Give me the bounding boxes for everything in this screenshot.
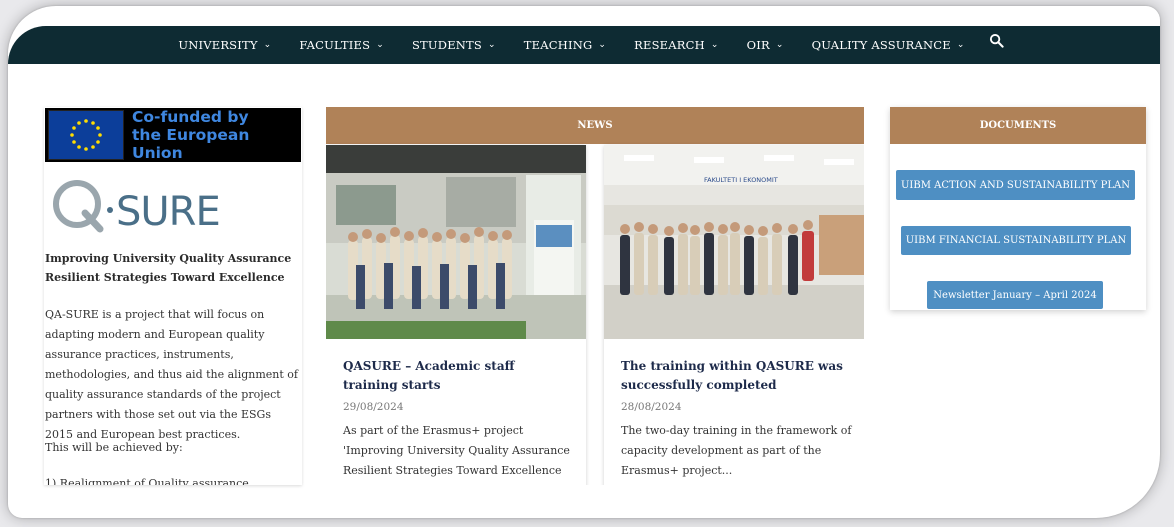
nav-oir[interactable]: OIR ⌄ [747, 38, 784, 52]
chevron-down-icon: ⌄ [488, 40, 496, 50]
news-date: 28/08/2024 [621, 401, 682, 413]
qa-sure-logo: SURE [50, 173, 221, 235]
photo-sign: FAKULTETI I EKONOMIT [704, 176, 778, 184]
search-icon[interactable] [989, 33, 1004, 52]
nav-label: TEACHING [523, 38, 593, 52]
news-photo[interactable]: FAKULTETI I EKONOMIT [604, 145, 864, 339]
nav-students[interactable]: STUDENTS ⌄ [412, 38, 496, 52]
news-title-link[interactable]: The training within QASURE was successfu… [621, 357, 851, 395]
news-date: 29/08/2024 [343, 401, 404, 413]
newsletter-button[interactable]: Newsletter January – April 2024 [927, 281, 1103, 309]
chevron-down-icon: ⌄ [956, 40, 965, 50]
documents-header: DOCUMENTS [890, 107, 1146, 144]
news-excerpt: As part of the Erasmus+ project 'Improvi… [343, 424, 570, 477]
page-card: UNIVERSITY ⌄ FACULTIES ⌄ STUDENTS ⌄ TEAC… [8, 6, 1160, 518]
eu-text-line1: Co-funded by [132, 108, 249, 126]
eu-cofunded-banner: Co-funded by the European Union [45, 108, 301, 162]
list-item: 1) Realignment of Quality assurance [45, 477, 249, 485]
nav-label: FACULTIES [299, 38, 371, 52]
news-photo[interactable] [326, 145, 586, 339]
chevron-down-icon: ⌄ [775, 40, 784, 50]
nav-research[interactable]: RESEARCH ⌄ [634, 38, 718, 52]
nav-label: OIR [746, 38, 770, 52]
chevron-down-icon: ⌄ [263, 40, 272, 50]
action-sustainability-plan-button[interactable]: UIBM ACTION AND SUSTAINABILITY PLAN [896, 170, 1135, 200]
eu-text-line2: the European Union [132, 126, 250, 162]
main-navbar: UNIVERSITY ⌄ FACULTIES ⌄ STUDENTS ⌄ TEAC… [8, 26, 1160, 64]
nav-label: RESEARCH [634, 38, 705, 52]
nav-label: QUALITY ASSURANCE [811, 38, 951, 52]
news-card[interactable]: QASURE – Academic staff training starts … [326, 145, 586, 485]
news-card[interactable]: FAKULTETI I EKONOMIT The training within… [604, 145, 864, 485]
project-intro: Co-funded by the European Union SURE Imp… [44, 107, 302, 485]
nav-teaching[interactable]: TEACHING ⌄ [524, 38, 606, 52]
chevron-down-icon: ⌄ [598, 40, 607, 50]
nav-university[interactable]: UNIVERSITY ⌄ [178, 38, 271, 52]
nav-label: STUDENTS [411, 38, 483, 52]
project-title: Improving University Quality Assurance R… [45, 252, 292, 284]
documents-panel: DOCUMENTS UIBM ACTION AND SUSTAINABILITY… [890, 107, 1146, 310]
project-description: QA-SURE is a project that will focus on … [45, 308, 298, 441]
nav-label: UNIVERSITY [178, 38, 258, 52]
svg-text:SURE: SURE [116, 189, 220, 235]
chevron-down-icon: ⌄ [710, 40, 719, 50]
achieved-by-label: This will be achieved by: [45, 441, 183, 454]
eu-flag-icon [48, 110, 124, 160]
news-header: NEWS [326, 107, 864, 144]
chevron-down-icon: ⌄ [376, 40, 384, 50]
nav-quality-assurance[interactable]: QUALITY ASSURANCE ⌄ [812, 38, 965, 52]
news-section: NEWS QASURE – Academic staff training st… [326, 107, 864, 485]
nav-faculties[interactable]: FACULTIES ⌄ [299, 38, 384, 52]
news-title-link[interactable]: QASURE – Academic staff training starts [343, 357, 573, 395]
eu-cofunded-text: Co-funded by the European Union [132, 108, 301, 162]
news-excerpt: The two-day training in the framework of… [621, 424, 852, 477]
financial-sustainability-plan-button[interactable]: UIBM FINANCIAL SUSTAINABILITY PLAN [901, 226, 1131, 255]
